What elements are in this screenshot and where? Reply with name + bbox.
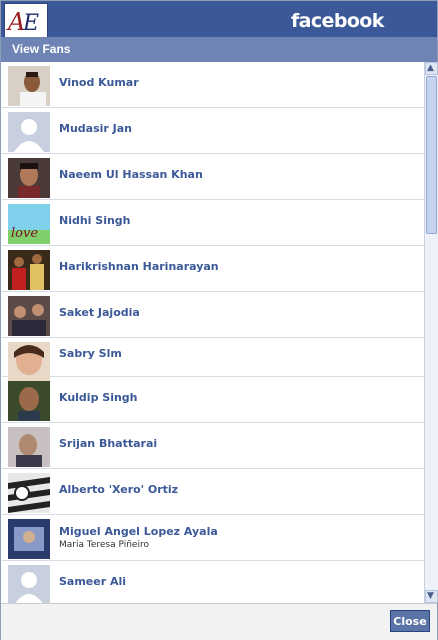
fan-subtitle: Maria Teresa Piñeiro (59, 540, 149, 550)
fan-name[interactable]: Harikrishnan Harinarayan (59, 260, 219, 273)
scroll-down-button[interactable]: ▼ (425, 590, 438, 603)
list-item[interactable]: Harikrishnan Harinarayan (2, 246, 424, 292)
avatar[interactable] (8, 473, 50, 513)
list-item[interactable]: love Nidhi Singh (2, 200, 424, 246)
fan-name[interactable]: Alberto 'Xero' Ortiz (59, 483, 178, 496)
list-item[interactable]: Kuldip Singh (2, 377, 424, 423)
fan-name[interactable]: Naeem Ul Hassan Khan (59, 168, 203, 181)
svg-text:love: love (11, 226, 38, 241)
header-bar: A E facebook (1, 1, 437, 39)
dialog-title: View Fans (12, 42, 71, 56)
avatar[interactable] (8, 342, 50, 382)
avatar[interactable] (8, 250, 50, 290)
fan-name[interactable]: Kuldip Singh (59, 391, 138, 404)
avatar[interactable] (8, 519, 50, 559)
fan-name[interactable]: Sabry Slm (59, 347, 122, 360)
fans-list: Vinod Kumar Mudasir Jan Naeem Ul Hassan … (2, 62, 424, 603)
facebook-wordmark: facebook (291, 10, 384, 32)
fans-dialog: A E facebook View Fans Vinod Kumar Mudas… (0, 0, 438, 640)
scroll-thumb[interactable] (426, 76, 437, 234)
svg-text:E: E (22, 11, 39, 36)
dialog-titlebar: View Fans (1, 37, 437, 62)
avatar-placeholder[interactable] (8, 112, 50, 152)
avatar[interactable] (8, 381, 50, 421)
avatar-placeholder[interactable] (8, 565, 50, 603)
fan-name[interactable]: Sameer Ali (59, 575, 126, 588)
vertical-scrollbar[interactable]: ▲ ▼ (424, 62, 438, 603)
avatar[interactable] (8, 158, 50, 198)
list-item[interactable]: Srijan Bhattarai (2, 423, 424, 469)
list-item[interactable]: Naeem Ul Hassan Khan (2, 154, 424, 200)
avatar[interactable] (8, 427, 50, 467)
scroll-up-button[interactable]: ▲ (425, 62, 438, 75)
dialog-footer: Close (1, 603, 437, 640)
list-item[interactable]: Vinod Kumar (2, 62, 424, 108)
list-item[interactable]: Sameer Ali (2, 561, 424, 603)
fan-name[interactable]: Srijan Bhattarai (59, 437, 157, 450)
fan-name[interactable]: Miguel Angel Lopez Ayala (59, 525, 218, 538)
fan-name[interactable]: Nidhi Singh (59, 214, 131, 227)
fan-name[interactable]: Mudasir Jan (59, 122, 132, 135)
avatar[interactable]: love (8, 204, 50, 244)
list-item[interactable]: Mudasir Jan (2, 108, 424, 154)
list-item[interactable]: Miguel Angel Lopez Ayala Maria Teresa Pi… (2, 515, 424, 561)
fan-name[interactable]: Saket Jajodia (59, 306, 140, 319)
list-item[interactable]: Alberto 'Xero' Ortiz (2, 469, 424, 515)
list-item[interactable]: Sabry Slm (2, 338, 424, 382)
fan-name[interactable]: Vinod Kumar (59, 76, 139, 89)
list-item[interactable]: Saket Jajodia (2, 292, 424, 338)
avatar[interactable] (8, 296, 50, 336)
chevron-down-icon: ▼ (427, 591, 434, 601)
avatar[interactable] (8, 66, 50, 106)
close-button[interactable]: Close (390, 610, 430, 632)
app-logo: A E (4, 3, 48, 39)
chevron-up-icon: ▲ (427, 63, 434, 73)
